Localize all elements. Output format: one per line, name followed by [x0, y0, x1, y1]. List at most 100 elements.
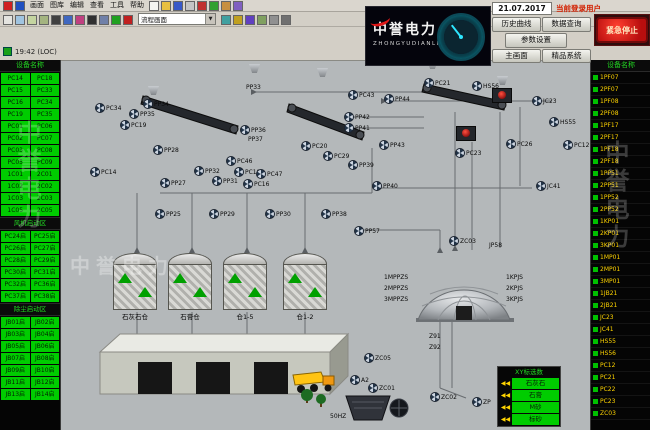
- equipment-status-cell[interactable]: PC15: [1, 85, 30, 96]
- equipment-tag[interactable]: PP35: [129, 109, 155, 119]
- equipment-tag[interactable]: PP39: [348, 160, 374, 170]
- toolbar-icon[interactable]: [87, 15, 97, 25]
- equipment-tag[interactable]: PP31: [212, 176, 238, 186]
- dome-discharge-label[interactable]: 2KPJS: [506, 285, 523, 292]
- equipment-tag[interactable]: Z92: [429, 344, 441, 351]
- equipment-status-cell[interactable]: 2C02: [31, 181, 60, 192]
- equipment-list-row[interactable]: 3KP01: [591, 240, 650, 252]
- equipment-tag[interactable]: HS56: [472, 81, 499, 91]
- equipment-tag[interactable]: PC29: [323, 151, 349, 161]
- toolbar-icon[interactable]: [51, 15, 61, 25]
- equipment-list-row[interactable]: 1PP52: [591, 192, 650, 204]
- dome-feed-label[interactable]: 1MPPZS: [384, 274, 408, 281]
- equipment-tag[interactable]: ZC05: [364, 353, 391, 363]
- equipment-list-row[interactable]: 3MP01: [591, 276, 650, 288]
- toolbar-icon[interactable]: [269, 15, 279, 25]
- equipment-tag[interactable]: PP44: [384, 94, 410, 104]
- equipment-list-row[interactable]: PC21: [591, 372, 650, 384]
- equipment-list-row[interactable]: 1JB21: [591, 288, 650, 300]
- dome-discharge-label[interactable]: 3KPJS: [506, 296, 523, 303]
- menubar-icon[interactable]: [209, 1, 219, 11]
- equipment-list-row[interactable]: HS56: [591, 348, 650, 360]
- equipment-tag[interactable]: ZC01: [368, 383, 395, 393]
- equipment-list-row[interactable]: 2PF08: [591, 108, 650, 120]
- equipment-status-cell[interactable]: 1C02: [1, 181, 30, 192]
- screen-select-combo[interactable]: 流程画面 ▼: [138, 13, 216, 25]
- premium-system-button[interactable]: 精品系统: [542, 49, 591, 63]
- equipment-list-row[interactable]: HS55: [591, 336, 650, 348]
- equipment-tag[interactable]: PC21: [424, 78, 450, 88]
- equipment-tag[interactable]: PP27: [160, 178, 186, 188]
- toolbar-icon[interactable]: [123, 15, 133, 25]
- fan-start-cell[interactable]: PC26启: [1, 243, 30, 254]
- equipment-tag[interactable]: PC43: [348, 90, 374, 100]
- equipment-list-row[interactable]: 2KP01: [591, 228, 650, 240]
- equipment-tag[interactable]: ZC03: [449, 236, 476, 246]
- equipment-status-cell[interactable]: PC09: [31, 157, 60, 168]
- material-selector-row[interactable]: ◀◀ 标砂: [499, 414, 559, 425]
- equipment-status-cell[interactable]: PC05: [1, 157, 30, 168]
- equipment-tag[interactable]: PC34: [95, 103, 121, 113]
- material-selector-row[interactable]: ◀◀ 石灰石: [499, 378, 559, 389]
- dust-collector-cell[interactable]: JB01启: [1, 317, 30, 328]
- equipment-tag[interactable]: JC23: [532, 96, 557, 106]
- equipment-list-row[interactable]: 1MP01: [591, 252, 650, 264]
- equipment-tag[interactable]: PP37: [248, 136, 263, 143]
- equipment-status-cell[interactable]: PC01: [1, 121, 30, 132]
- dust-collector-cell[interactable]: JB09启: [1, 365, 30, 376]
- equipment-status-cell[interactable]: PC33: [31, 85, 60, 96]
- equipment-tag[interactable]: JC41: [536, 181, 561, 191]
- toolbar-icon[interactable]: [99, 15, 109, 25]
- equipment-list-row[interactable]: JC23: [591, 312, 650, 324]
- equipment-list-row[interactable]: 1PF07: [591, 72, 650, 84]
- dust-collector-cell[interactable]: JB04启: [31, 329, 60, 340]
- equipment-tag[interactable]: PP40: [372, 181, 398, 191]
- parameter-settings-button[interactable]: 参数设置: [505, 33, 567, 48]
- equipment-status-cell[interactable]: PC06: [31, 121, 60, 132]
- toolbar-icon[interactable]: [15, 15, 25, 25]
- equipment-list-row[interactable]: ZC03: [591, 408, 650, 420]
- equipment-tag[interactable]: PC46: [226, 156, 252, 166]
- dust-collector-cell[interactable]: JB14启: [31, 389, 60, 400]
- equipment-tag[interactable]: PC26: [506, 139, 532, 149]
- equipment-tag[interactable]: PC16: [243, 179, 269, 189]
- main-screen-button[interactable]: 主画面: [492, 49, 541, 63]
- toolbar-icon[interactable]: [281, 15, 291, 25]
- equipment-status-cell[interactable]: 2C03: [31, 193, 60, 204]
- dust-collector-cell[interactable]: JB02启: [31, 317, 60, 328]
- dust-collector-cell[interactable]: JB03启: [1, 329, 30, 340]
- fan-start-cell[interactable]: PC24启: [1, 231, 30, 242]
- equipment-tag[interactable]: JP58: [489, 242, 502, 249]
- equipment-tag[interactable]: PP28: [153, 145, 179, 155]
- equipment-list-row[interactable]: 1PF18: [591, 144, 650, 156]
- menubar-icon[interactable]: [149, 1, 159, 11]
- menubar-icon[interactable]: [185, 1, 195, 11]
- fan-start-cell[interactable]: PC25启: [31, 231, 60, 242]
- equipment-tag[interactable]: PP38: [321, 209, 347, 219]
- equipment-tag[interactable]: PP41: [344, 123, 370, 133]
- equipment-tag[interactable]: PP32: [194, 166, 220, 176]
- equipment-list-row[interactable]: 1PP51: [591, 168, 650, 180]
- toolbar-icon[interactable]: [245, 15, 255, 25]
- equipment-status-cell[interactable]: 1C01: [1, 169, 30, 180]
- equipment-list-row[interactable]: 1PF17: [591, 120, 650, 132]
- equipment-list-row[interactable]: 2PF17: [591, 132, 650, 144]
- equipment-list-row[interactable]: 2MP01: [591, 264, 650, 276]
- dome-feed-label[interactable]: 3MPPZS: [384, 296, 408, 303]
- fan-start-cell[interactable]: PC36启: [31, 279, 60, 290]
- dust-collector-cell[interactable]: JB07启: [1, 353, 30, 364]
- material-selector-row[interactable]: ◀◀ M砂: [499, 402, 559, 413]
- equipment-list-row[interactable]: JC41: [591, 324, 650, 336]
- fan-start-cell[interactable]: PC32启: [1, 279, 30, 290]
- toolbar-icon[interactable]: [63, 15, 73, 25]
- equipment-list-row[interactable]: 2PP51: [591, 180, 650, 192]
- equipment-status-cell[interactable]: PC08: [31, 145, 60, 156]
- menubar-icon[interactable]: [197, 1, 207, 11]
- dust-collector-cell[interactable]: JB08启: [31, 353, 60, 364]
- equipment-tag[interactable]: PC14: [90, 167, 116, 177]
- equipment-tag[interactable]: Z91: [429, 333, 441, 340]
- fan-start-cell[interactable]: PC37启: [1, 291, 30, 302]
- menubar-icon[interactable]: [173, 1, 183, 11]
- equipment-status-cell[interactable]: 2C01: [31, 169, 60, 180]
- equipment-list-row[interactable]: PC23: [591, 396, 650, 408]
